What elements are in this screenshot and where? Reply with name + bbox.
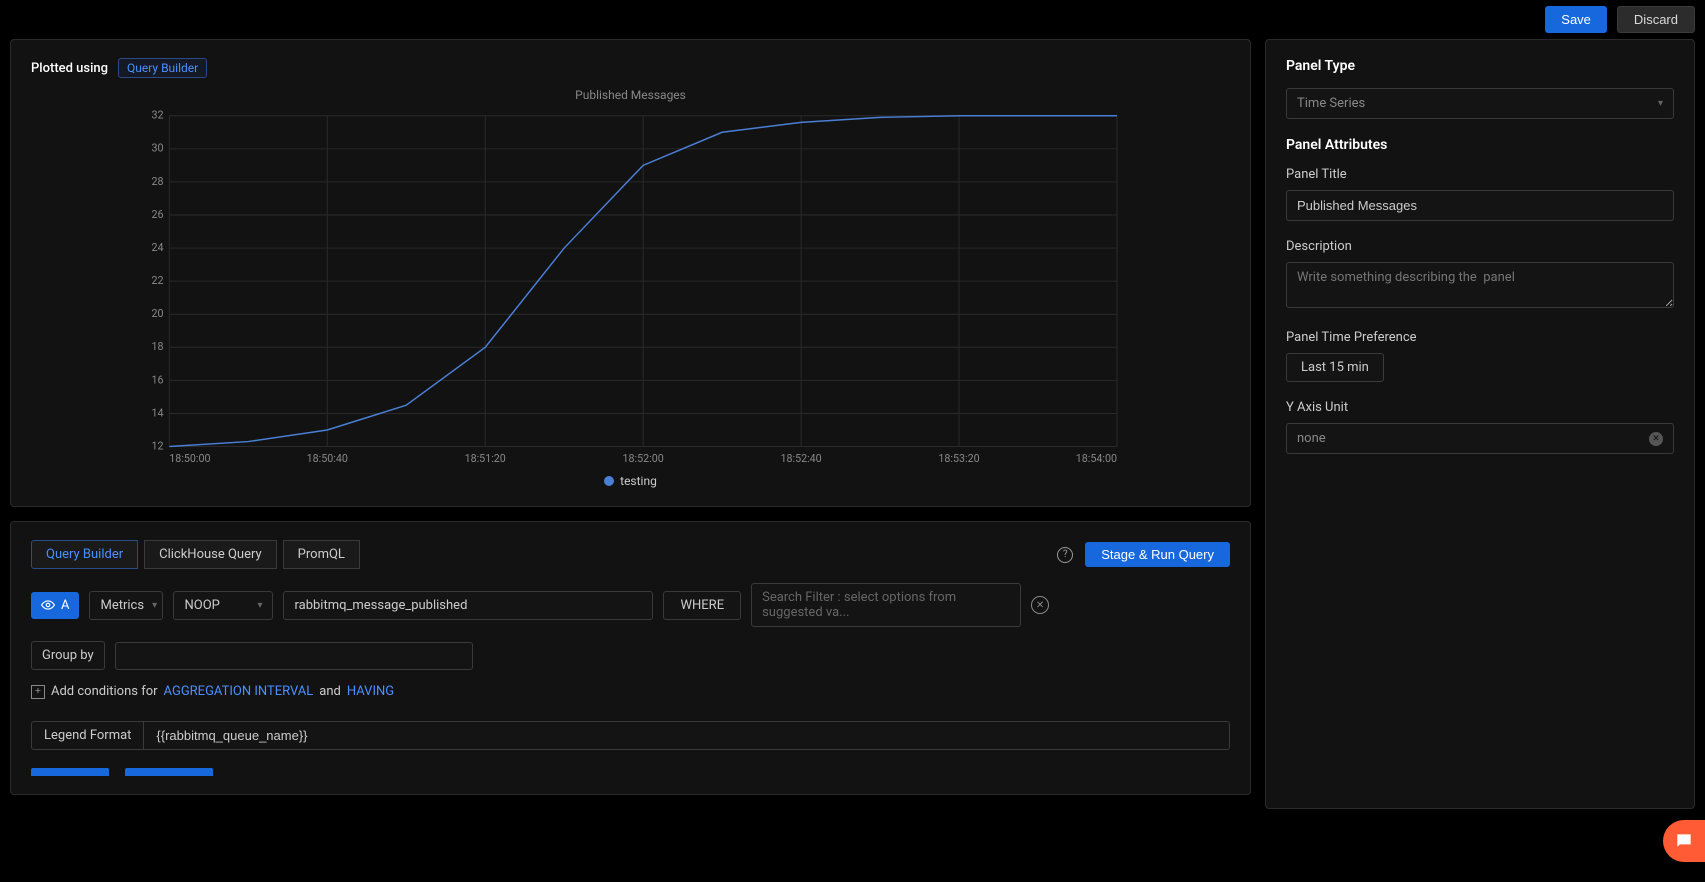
time-preference-label: Panel Time Preference [1286,330,1674,345]
svg-text:12: 12 [151,439,163,452]
y-axis-unit-select[interactable]: none ✕ [1286,423,1674,454]
svg-text:30: 30 [151,142,163,155]
legend-format-label: Legend Format [31,721,144,750]
tab-query-builder[interactable]: Query Builder [31,540,138,569]
svg-text:18:53:20: 18:53:20 [938,452,979,465]
chart-legend: testing [31,474,1230,488]
chat-icon [1674,831,1694,851]
chart-area[interactable]: 12 14 16 18 20 22 24 26 28 30 32 18:50:00 18:50:40 1… [31,106,1230,466]
chart-title: Published Messages [31,88,1230,102]
svg-text:14: 14 [151,406,163,419]
add-conditions-row[interactable]: + Add conditions for AGGREGATION INTERVA… [31,684,1230,699]
query-series-toggle[interactable]: A [31,592,79,619]
groupby-input[interactable] [115,642,473,670]
having-link[interactable]: HAVING [347,684,394,699]
description-label: Description [1286,239,1674,254]
svg-text:18:54:00: 18:54:00 [1076,452,1117,465]
svg-text:18:50:40: 18:50:40 [307,452,348,465]
legend-format-input[interactable] [144,721,1230,750]
svg-text:22: 22 [151,274,163,287]
svg-text:18:52:40: 18:52:40 [780,452,821,465]
panel-attributes-heading: Panel Attributes [1286,137,1674,153]
legend-series-name: testing [620,474,657,488]
partial-button-2[interactable] [125,768,213,776]
tab-promql[interactable]: PromQL [283,540,360,569]
panel-title-input[interactable] [1286,190,1674,221]
eye-icon [41,598,55,612]
svg-text:16: 16 [151,373,163,386]
panel-type-heading: Panel Type [1286,58,1674,74]
where-label: WHERE [663,591,741,620]
clear-icon[interactable]: ✕ [1649,432,1663,446]
query-builder-badge[interactable]: Query Builder [118,58,207,78]
svg-text:26: 26 [151,208,163,221]
groupby-label: Group by [31,641,105,670]
chevron-down-icon: ▾ [257,600,262,611]
svg-text:20: 20 [151,307,163,320]
panel-type-select[interactable]: Time Series ▾ [1286,88,1674,119]
svg-text:18:51:20: 18:51:20 [465,452,506,465]
tab-clickhouse-query[interactable]: ClickHouse Query [144,540,277,569]
chat-widget-icon[interactable] [1663,820,1705,862]
svg-text:32: 32 [151,109,163,122]
svg-text:18: 18 [151,340,163,353]
aggregation-interval-link[interactable]: AGGREGATION INTERVAL [164,684,314,699]
panel-title-label: Panel Title [1286,167,1674,182]
metric-name-input[interactable]: rabbitmq_message_published [283,591,653,620]
stage-run-query-button[interactable]: Stage & Run Query [1085,542,1230,567]
query-panel: Query Builder ClickHouse Query PromQL ? … [10,521,1251,795]
help-icon[interactable]: ? [1057,547,1073,563]
remove-filter-icon[interactable]: ✕ [1031,596,1049,614]
top-bar: Save Discard [0,0,1705,39]
svg-text:18:52:00: 18:52:00 [623,452,664,465]
line-chart-svg: 12 14 16 18 20 22 24 26 28 30 32 18:50:00 18:50:40 1… [31,106,1230,466]
plotted-using-label: Plotted using [31,61,108,76]
partial-button-1[interactable] [31,768,109,776]
chevron-down-icon: ▾ [152,600,157,611]
discard-button[interactable]: Discard [1617,6,1695,33]
save-button[interactable]: Save [1545,6,1607,33]
legend-dot-icon [604,476,614,486]
filter-input[interactable]: Search Filter : select options from sugg… [751,583,1021,627]
chart-panel: Plotted using Query Builder Published Me… [10,39,1251,507]
time-preference-button[interactable]: Last 15 min [1286,353,1384,382]
svg-text:28: 28 [151,175,163,188]
description-textarea[interactable] [1286,262,1674,308]
panel-settings: Panel Type Time Series ▾ Panel Attribute… [1265,39,1695,809]
svg-text:18:50:00: 18:50:00 [169,452,210,465]
metric-mode-select[interactable]: Metrics ▾ [89,591,163,620]
y-axis-unit-label: Y Axis Unit [1286,400,1674,415]
chevron-down-icon: ▾ [1658,98,1663,109]
svg-text:24: 24 [151,241,163,254]
aggregation-select[interactable]: NOOP ▾ [173,591,273,620]
plus-icon: + [31,685,45,699]
